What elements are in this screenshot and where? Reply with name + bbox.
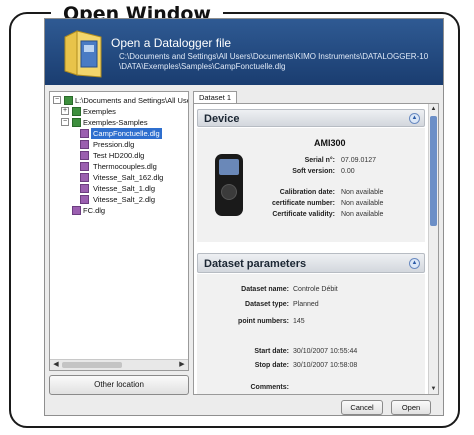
start-date-label: Start date: bbox=[254, 348, 289, 355]
file-path-line-1: C:\Documents and Settings\All Users\Docu… bbox=[119, 52, 429, 61]
dataset-details-panel: Device ▲ AMI300 Serial n°: 07.09.0127 So… bbox=[193, 103, 439, 395]
soft-version-value: 0.00 bbox=[341, 168, 355, 175]
file-icon bbox=[80, 184, 89, 193]
file-icon bbox=[80, 140, 89, 149]
device-model: AMI300 bbox=[314, 138, 346, 148]
certificate-number-value: Non available bbox=[341, 200, 384, 207]
collapse-up-icon[interactable]: ▲ bbox=[409, 113, 420, 124]
collapse-icon[interactable]: − bbox=[61, 118, 69, 126]
open-datalogger-dialog: Open a Datalogger file C:\Documents and … bbox=[44, 18, 444, 416]
collapse-up-icon[interactable]: ▲ bbox=[409, 258, 420, 269]
dialog-header: Open a Datalogger file C:\Documents and … bbox=[45, 19, 443, 85]
cancel-button[interactable]: Cancel bbox=[341, 400, 383, 415]
file-icon bbox=[72, 206, 81, 215]
vertical-scrollbar[interactable]: ▲ ▼ bbox=[428, 104, 438, 394]
scroll-up-icon[interactable]: ▲ bbox=[429, 104, 438, 114]
file-icon bbox=[80, 173, 89, 182]
device-section: AMI300 Serial n°: 07.09.0127 Soft versio… bbox=[197, 128, 425, 242]
device-image bbox=[215, 154, 243, 216]
file-tree[interactable]: − L:\Documents and Settings\All Users + … bbox=[49, 91, 189, 371]
calibration-date-value: Non available bbox=[341, 189, 384, 196]
certificate-number-label: certificate number: bbox=[271, 200, 335, 207]
point-numbers-value: 145 bbox=[293, 318, 305, 325]
dialog-title: Open a Datalogger file bbox=[111, 36, 232, 50]
file-path-line-2: \DATA\Exemples\Samples\CampFonctuelle.dl… bbox=[119, 62, 286, 71]
soft-version-label: Soft version: bbox=[292, 168, 335, 175]
file-icon bbox=[80, 151, 89, 160]
scroll-down-icon[interactable]: ▼ bbox=[429, 384, 438, 394]
certificate-validity-label: Certificate validity: bbox=[272, 211, 335, 218]
file-path: C:\Documents and Settings\All Users\Docu… bbox=[119, 52, 437, 72]
serial-value: 07.09.0127 bbox=[341, 157, 377, 164]
folder-icon bbox=[72, 107, 81, 116]
file-icon bbox=[80, 129, 89, 138]
point-numbers-label: point numbers: bbox=[238, 318, 289, 325]
start-date-value: 30/10/2007 10:55:44 bbox=[293, 348, 358, 355]
dataset-type-value: Planned bbox=[293, 301, 319, 308]
calibration-date-label: Calibration date: bbox=[279, 189, 335, 196]
device-screen bbox=[219, 159, 239, 175]
folder-icon bbox=[64, 30, 102, 78]
file-icon bbox=[80, 195, 89, 204]
other-location-button[interactable]: Other location bbox=[49, 375, 189, 395]
comments-label: Comments: bbox=[250, 384, 289, 391]
file-icon bbox=[80, 162, 89, 171]
collapse-icon[interactable]: − bbox=[53, 96, 61, 104]
scroll-left-icon[interactable]: ◀ bbox=[51, 360, 61, 370]
horizontal-scrollbar[interactable]: ◀ ▶ bbox=[50, 359, 188, 370]
dataset-name-label: Dataset name: bbox=[241, 286, 289, 293]
scroll-right-icon[interactable]: ▶ bbox=[177, 360, 187, 370]
dataset-name-value: Controle Débit bbox=[293, 286, 338, 293]
stop-date-value: 30/10/2007 10:58:08 bbox=[293, 362, 358, 369]
dataset-section: Dataset name: Controle Débit Dataset typ… bbox=[197, 274, 425, 394]
folder-icon bbox=[72, 118, 81, 127]
open-button[interactable]: Open bbox=[391, 400, 431, 415]
expand-icon[interactable]: + bbox=[61, 107, 69, 115]
device-section-header[interactable]: Device ▲ bbox=[197, 109, 425, 127]
drive-icon bbox=[64, 96, 73, 105]
device-keypad bbox=[221, 184, 237, 200]
dataset-type-label: Dataset type: bbox=[245, 301, 289, 308]
serial-label: Serial n°: bbox=[304, 157, 335, 164]
scroll-thumb[interactable] bbox=[62, 362, 122, 368]
dataset-section-header[interactable]: Dataset parameters ▲ bbox=[197, 253, 425, 273]
scroll-thumb[interactable] bbox=[430, 116, 437, 226]
certificate-validity-value: Non available bbox=[341, 211, 384, 218]
stop-date-label: Stop date: bbox=[254, 362, 289, 369]
